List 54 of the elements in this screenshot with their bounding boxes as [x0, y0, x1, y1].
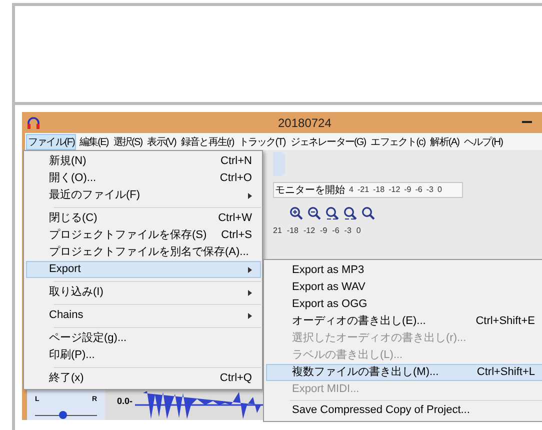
menu-item[interactable]: 最近のファイル(F) — [26, 187, 261, 204]
window-title: 20180724 — [278, 114, 332, 132]
menu-item[interactable]: 選択(S) — [111, 134, 144, 150]
meter-tick: -9 — [404, 184, 412, 196]
ruler-tick: -9 — [320, 225, 328, 237]
ruler-tick: -6 — [332, 225, 340, 237]
menu-item[interactable]: オーディオの書き出し(E)... Ctrl+Shift+E — [266, 313, 542, 330]
menu-item[interactable]: Export as MP3 — [266, 262, 542, 279]
menu-item[interactable]: プロジェクトファイルを保存(S) Ctrl+S — [26, 227, 261, 244]
meter-tick: -6 — [415, 184, 422, 196]
meter-tick: 4 — [349, 184, 354, 196]
menu-item[interactable]: Export as WAV — [266, 279, 542, 296]
menu-item[interactable]: Chains — [26, 307, 261, 324]
ruler-tick: -12 — [303, 225, 316, 237]
menu-item[interactable]: 終了(x) Ctrl+Q — [26, 370, 261, 387]
menu-item[interactable]: 表示(V) — [145, 134, 178, 150]
menu-item[interactable]: 解析(A) — [428, 134, 462, 150]
meter-bar[interactable]: モニターを開始 4 -21 -18 -12 -9 -6 -3 0 — [273, 182, 463, 198]
meter-tick: -21 — [357, 184, 370, 196]
menu-item[interactable]: 編集(E) — [77, 134, 110, 150]
menu-item[interactable]: ジェネレーター(G) — [288, 134, 368, 150]
menu-item[interactable]: 印刷(P)... — [26, 347, 261, 364]
meter-tick: -3 — [426, 184, 434, 196]
menu-item[interactable]: トラック(T) — [236, 134, 288, 150]
menu-item[interactable]: ページ設定(g)... — [26, 330, 261, 347]
pan-thumb[interactable] — [58, 410, 67, 418]
menu-item[interactable]: プロジェクトファイルを別名で保存(A)... — [26, 244, 261, 261]
menu-item[interactable]: Export — [26, 261, 261, 278]
magnifier-icon[interactable] — [361, 206, 375, 220]
menu-item[interactable]: 開く(O)... Ctrl+O — [26, 170, 261, 187]
menu-item[interactable]: 取り込み(I) — [26, 284, 261, 301]
zoom-out-icon[interactable] — [307, 206, 321, 220]
menu-item[interactable]: 複数ファイルの書き出し(M)... Ctrl+Shift+L — [266, 364, 542, 381]
meter-tick: -12 — [388, 184, 400, 196]
menu-item[interactable]: Export as OGG — [266, 296, 542, 313]
zoom-in-icon[interactable] — [289, 206, 303, 220]
menu-item[interactable]: Save Compressed Copy of Project... — [266, 402, 542, 419]
menu-item[interactable]: 録音と再生(r) — [179, 134, 236, 150]
ruler-tick: 0 — [356, 225, 361, 237]
menu-item[interactable]: エフェクト(c) — [368, 134, 428, 150]
headphones-icon — [27, 116, 40, 128]
meter-tick: 0 — [438, 184, 442, 196]
meter-tick: -18 — [373, 184, 385, 196]
menu-item[interactable]: 閉じる(C) Ctrl+W — [26, 210, 261, 227]
menu-item[interactable]: 新規(N) Ctrl+N — [26, 153, 261, 170]
ruler-tick: -18 — [286, 225, 298, 237]
gain-label: 0.0- — [116, 395, 134, 408]
magnifier-icon[interactable] — [343, 206, 357, 220]
meter-label: モニターを開始 — [275, 184, 345, 198]
ruler-tick: -3 — [344, 225, 352, 237]
menu-item[interactable]: ヘルプ(H) — [462, 134, 505, 150]
menu-item[interactable]: ファイル(F) — [26, 134, 76, 150]
ruler-tick: 21 — [273, 225, 282, 237]
magnifier-icon[interactable] — [325, 206, 339, 220]
